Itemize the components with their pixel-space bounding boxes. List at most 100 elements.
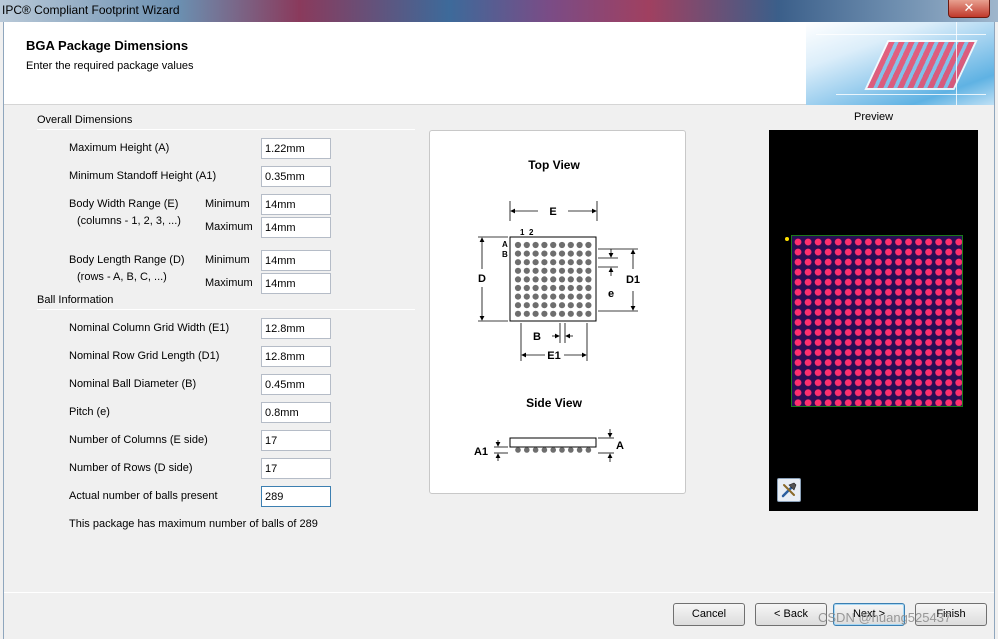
dim-B-label: B — [533, 331, 541, 343]
footprint-pad-grid — [791, 235, 963, 407]
diagram-ball — [550, 250, 557, 257]
diagram-ball — [585, 267, 592, 274]
actual-balls-input[interactable] — [261, 486, 331, 507]
column-1-label: 1 — [520, 228, 525, 237]
diagram-ball — [523, 310, 530, 317]
side-view-ball — [576, 447, 583, 453]
min-standoff-label: Minimum Standoff Height (A1) — [69, 170, 217, 182]
side-ball-row — [515, 447, 592, 453]
diagram-ball — [550, 276, 557, 283]
page-title: BGA Package Dimensions — [26, 38, 189, 53]
diagram-ball — [514, 276, 522, 283]
diagram-ball — [576, 267, 583, 274]
min-standoff-input[interactable] — [261, 166, 331, 187]
row-grid-length-label: Nominal Row Grid Length (D1) — [69, 350, 220, 362]
body-length-max-label: Maximum — [205, 277, 253, 289]
diagram-ball — [585, 284, 592, 292]
package-body-side — [509, 437, 597, 448]
diagram-ball — [576, 250, 583, 257]
side-view-ball — [515, 447, 521, 453]
diagram-ball — [532, 250, 539, 257]
close-icon: ✕ — [963, 0, 975, 15]
diagram-ball — [585, 250, 592, 257]
diagram-ball — [532, 293, 539, 300]
num-rows-input[interactable] — [261, 458, 331, 479]
page-subtitle: Enter the required package values — [26, 60, 194, 72]
diagram-ball — [514, 284, 522, 292]
diagram-ball — [558, 276, 566, 283]
side-view-ball — [568, 447, 574, 453]
diagram-ball — [550, 267, 557, 274]
diagram-ball — [576, 310, 583, 317]
footer-divider — [4, 592, 994, 593]
num-rows-label: Number of Rows (D side) — [69, 462, 193, 474]
diagram-ball — [541, 259, 548, 266]
dim-e-label: e — [608, 288, 614, 300]
diagram-ball — [541, 241, 548, 249]
diagram-ball — [585, 302, 592, 309]
diagram-ball — [523, 284, 530, 292]
body-width-min-input[interactable] — [261, 194, 331, 215]
diagram-ball — [523, 267, 530, 274]
body-width-max-label: Maximum — [205, 221, 253, 233]
footprint-preview[interactable] — [769, 130, 978, 511]
diagram-ball — [567, 284, 574, 292]
diagram-ball — [541, 267, 548, 274]
side-view-ball — [550, 447, 556, 453]
diagram-ball — [585, 276, 592, 283]
diagram-ball — [550, 310, 557, 317]
side-view-ball — [532, 447, 539, 453]
cancel-button[interactable]: Cancel — [673, 603, 745, 626]
column-grid-width-label: Nominal Column Grid Width (E1) — [69, 322, 230, 334]
row-grid-length-input[interactable] — [261, 346, 331, 367]
close-button[interactable]: ✕ — [948, 0, 990, 18]
body-length-min-input[interactable] — [261, 250, 331, 271]
diagram-ball — [558, 302, 566, 309]
package-diagram-panel: Top View E 1 2 A B D D1 e B E1 Side View… — [429, 130, 686, 494]
body-width-min-label: Minimum — [205, 198, 250, 210]
diagram-ball — [585, 293, 592, 300]
header-banner-image — [806, 22, 994, 105]
wrench-hammer-icon — [781, 482, 797, 498]
diagram-ball — [523, 302, 530, 309]
diagram-ball — [567, 302, 574, 309]
diagram-ball — [576, 276, 583, 283]
actual-balls-label: Actual number of balls present — [69, 490, 218, 502]
diagram-ball — [523, 293, 530, 300]
diagram-ball — [514, 310, 522, 317]
diagram-ball — [576, 241, 583, 249]
diagram-ball — [550, 259, 557, 266]
side-view-ball — [585, 447, 592, 453]
max-balls-note: This package has maximum number of balls… — [69, 518, 318, 530]
pitch-label: Pitch (e) — [69, 406, 110, 418]
package-diagram: Top View E 1 2 A B D D1 e B E1 Side View… — [474, 158, 640, 462]
preview-settings-button[interactable] — [777, 478, 801, 502]
diagram-ball — [567, 310, 574, 317]
diagram-ball — [532, 241, 539, 249]
diagram-ball — [576, 293, 583, 300]
diagram-ball — [523, 259, 530, 266]
ball-diameter-input[interactable] — [261, 374, 331, 395]
body-width-max-input[interactable] — [261, 217, 331, 238]
wizard-window: BGA Package Dimensions Enter the require… — [3, 22, 995, 639]
diagram-ball — [532, 310, 539, 317]
preview-label: Preview — [854, 111, 894, 123]
back-button[interactable]: < Back — [755, 603, 827, 626]
diagram-ball — [585, 241, 592, 249]
diagram-ball — [567, 259, 574, 266]
pitch-input[interactable] — [261, 402, 331, 423]
diagram-ball — [567, 276, 574, 283]
diagram-ball — [550, 293, 557, 300]
body-length-max-input[interactable] — [261, 273, 331, 294]
top-view-title: Top View — [528, 158, 580, 172]
max-height-input[interactable] — [261, 138, 331, 159]
chip-graphic — [864, 40, 978, 90]
diagram-ball — [532, 276, 539, 283]
column-grid-width-input[interactable] — [261, 318, 331, 339]
diagram-ball — [514, 267, 522, 274]
diagram-ball — [558, 250, 566, 257]
dim-A1-label: A1 — [474, 446, 488, 458]
watermark-text: CSDN @huang525437 — [818, 610, 952, 625]
num-columns-input[interactable] — [261, 430, 331, 451]
diagram-ball — [523, 250, 530, 257]
